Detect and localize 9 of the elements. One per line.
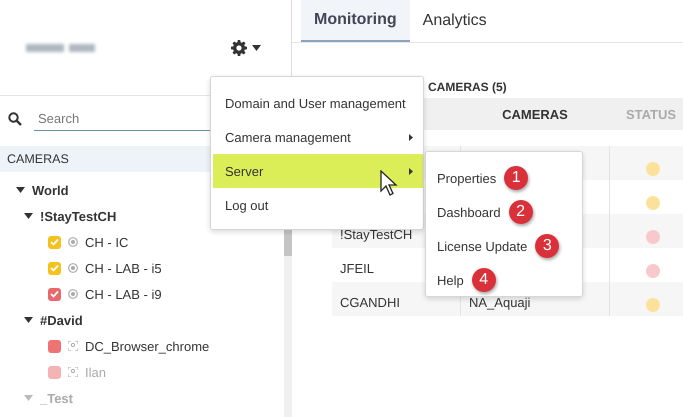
table-cell: !StayTestCH (340, 227, 412, 242)
number-badge: 4 (472, 268, 496, 292)
panel-title: CAMERAS (5) (428, 80, 508, 96)
number-badge: 1 (504, 166, 528, 190)
table-cell: NA_Aquaji (469, 295, 530, 310)
number-badge: 3 (535, 234, 560, 258)
table-cell: JFEIL (340, 261, 374, 276)
number-badge: 2 (508, 200, 533, 224)
table-cell: CGANDHI (340, 295, 400, 310)
